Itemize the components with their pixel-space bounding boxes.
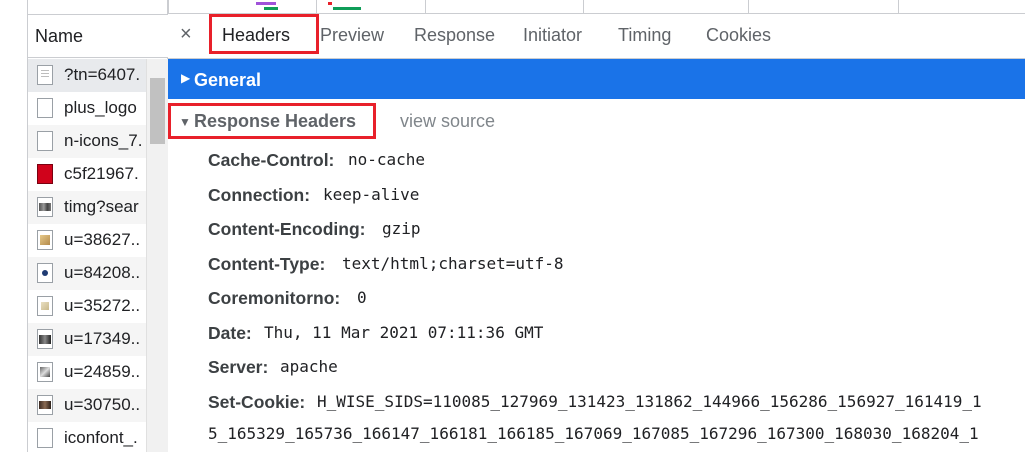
request-name: n-icons_7. bbox=[64, 131, 143, 150]
set-cookie-continuation: 5_165329_165736_166147_166181_166185_167… bbox=[208, 424, 979, 443]
image-thumbnail-icon bbox=[37, 362, 53, 382]
request-name: timg?sear bbox=[64, 197, 139, 216]
general-section-header[interactable]: ▶ General bbox=[168, 59, 1025, 99]
waterfall-bar bbox=[328, 2, 332, 5]
request-list-scrollbar[interactable] bbox=[146, 59, 168, 452]
tab-cookies[interactable]: Cookies bbox=[706, 25, 771, 46]
header-row: Coremonitorno: 0 bbox=[208, 281, 1025, 316]
header-value: text/html;charset=utf-8 bbox=[342, 253, 564, 273]
header-name: Coremonitorno: bbox=[208, 288, 341, 308]
request-row[interactable]: u=35272.. bbox=[28, 290, 146, 323]
request-row[interactable]: ?tn=6407. bbox=[28, 59, 146, 92]
close-icon[interactable]: × bbox=[180, 23, 192, 46]
request-row[interactable]: u=24859.. bbox=[28, 356, 146, 389]
tab-initiator[interactable]: Initiator bbox=[523, 25, 582, 46]
image-thumbnail-icon bbox=[37, 197, 53, 217]
waterfall-strip bbox=[168, 0, 1025, 14]
request-name: plus_logo bbox=[64, 98, 137, 117]
waterfall-gridline bbox=[168, 0, 169, 13]
waterfall-bar bbox=[333, 7, 361, 10]
devtools-network-panel: Name ?tn=6407. plus_logo n-icons_7. c5f2… bbox=[0, 0, 1025, 452]
name-column-label: Name bbox=[35, 26, 84, 46]
waterfall-gridline bbox=[898, 0, 899, 13]
header-row: Content-Type: text/html;charset=utf-8 bbox=[208, 247, 1025, 282]
header-name: Cache-Control: bbox=[208, 150, 335, 170]
request-list-pane: Name ?tn=6407. plus_logo n-icons_7. c5f2… bbox=[0, 0, 168, 452]
request-row[interactable]: u=17349.. bbox=[28, 323, 146, 356]
header-value: no-cache bbox=[348, 150, 426, 169]
waterfall-bar bbox=[256, 2, 276, 5]
image-thumbnail-icon bbox=[37, 329, 53, 349]
request-name: u=17349.. bbox=[64, 329, 141, 348]
waterfall-gridline bbox=[425, 0, 426, 13]
request-list: ?tn=6407. plus_logo n-icons_7. c5f21967.… bbox=[28, 59, 146, 452]
waterfall-gridline bbox=[748, 0, 749, 13]
header-name: Content-Type: bbox=[208, 253, 326, 274]
tab-preview[interactable]: Preview bbox=[320, 25, 384, 46]
image-thumbnail-icon bbox=[37, 395, 53, 415]
expand-triangle-icon: ▶ bbox=[181, 71, 191, 85]
request-name: iconfont_. bbox=[64, 428, 138, 447]
request-name: u=30750.. bbox=[64, 395, 141, 414]
header-row: Date: Thu, 11 Mar 2021 07:11:36 GMT bbox=[208, 316, 1025, 351]
request-row[interactable]: c5f21967. bbox=[28, 158, 146, 191]
file-icon bbox=[37, 98, 53, 118]
header-name: Server: bbox=[208, 357, 269, 377]
waterfall-top-strip bbox=[28, 0, 168, 15]
request-name: c5f21967. bbox=[64, 164, 139, 183]
left-gutter bbox=[0, 0, 28, 452]
request-name: ?tn=6407. bbox=[64, 65, 141, 84]
details-tabbar: × Headers Preview Response Initiator Tim… bbox=[168, 14, 1025, 59]
request-row[interactable]: timg?sear bbox=[28, 191, 146, 224]
header-name: Date: bbox=[208, 322, 252, 343]
response-headers-section-header[interactable]: ▼ Response Headers view source bbox=[168, 103, 1025, 139]
waterfall-gridline bbox=[316, 0, 317, 13]
header-name: Content-Encoding: bbox=[208, 219, 366, 239]
request-name: u=35272.. bbox=[64, 296, 141, 315]
header-row: Connection: keep-alive bbox=[208, 178, 1025, 213]
image-thumbnail-icon bbox=[37, 296, 53, 316]
request-row[interactable]: n-icons_7. bbox=[28, 125, 146, 158]
header-row: Set-Cookie: H_WISE_SIDS=110085_127969_13… bbox=[208, 385, 1025, 420]
request-row[interactable]: iconfont_. bbox=[28, 422, 146, 452]
image-thumbnail-icon bbox=[37, 263, 53, 283]
request-row[interactable]: u=30750.. bbox=[28, 389, 146, 422]
red-image-icon bbox=[37, 164, 53, 184]
header-value: gzip bbox=[382, 219, 421, 238]
header-value: apache bbox=[280, 357, 338, 376]
waterfall-bar bbox=[264, 7, 278, 10]
header-name: Connection: bbox=[208, 184, 311, 205]
general-section-label: General bbox=[194, 70, 262, 90]
request-name: u=24859.. bbox=[64, 362, 141, 381]
response-headers-list: Cache-Control: no-cache Connection: keep… bbox=[208, 143, 1025, 419]
highlight-box-headers-tab bbox=[209, 14, 319, 54]
header-row: Content-Encoding: gzip bbox=[208, 212, 1025, 247]
header-row: Server: apache bbox=[208, 350, 1025, 385]
image-thumbnail-icon bbox=[37, 230, 53, 250]
request-row[interactable]: u=38627.. bbox=[28, 224, 146, 257]
view-source-link[interactable]: view source bbox=[400, 111, 495, 132]
header-row: Cache-Control: no-cache bbox=[208, 143, 1025, 178]
waterfall-gridline bbox=[583, 0, 584, 13]
header-value: H_WISE_SIDS=110085_127969_131423_131862_… bbox=[317, 391, 982, 411]
document-icon bbox=[37, 65, 53, 85]
scrollbar-thumb[interactable] bbox=[150, 78, 165, 144]
header-value: 0 bbox=[357, 288, 367, 307]
name-column-header[interactable]: Name bbox=[28, 15, 168, 58]
request-row[interactable]: plus_logo bbox=[28, 92, 146, 125]
request-details-pane: × Headers Preview Response Initiator Tim… bbox=[168, 0, 1025, 452]
highlight-box-response-headers bbox=[168, 103, 376, 139]
request-name: u=84208.. bbox=[64, 263, 141, 282]
request-name: u=38627.. bbox=[64, 230, 141, 249]
file-icon bbox=[37, 131, 53, 151]
file-icon bbox=[37, 428, 53, 448]
header-value: keep-alive bbox=[323, 184, 420, 204]
tab-timing[interactable]: Timing bbox=[618, 25, 671, 46]
header-value: Thu, 11 Mar 2021 07:11:36 GMT bbox=[264, 322, 544, 342]
request-row[interactable]: u=84208.. bbox=[28, 257, 146, 290]
header-name: Set-Cookie: bbox=[208, 391, 306, 412]
tab-response[interactable]: Response bbox=[414, 25, 495, 46]
